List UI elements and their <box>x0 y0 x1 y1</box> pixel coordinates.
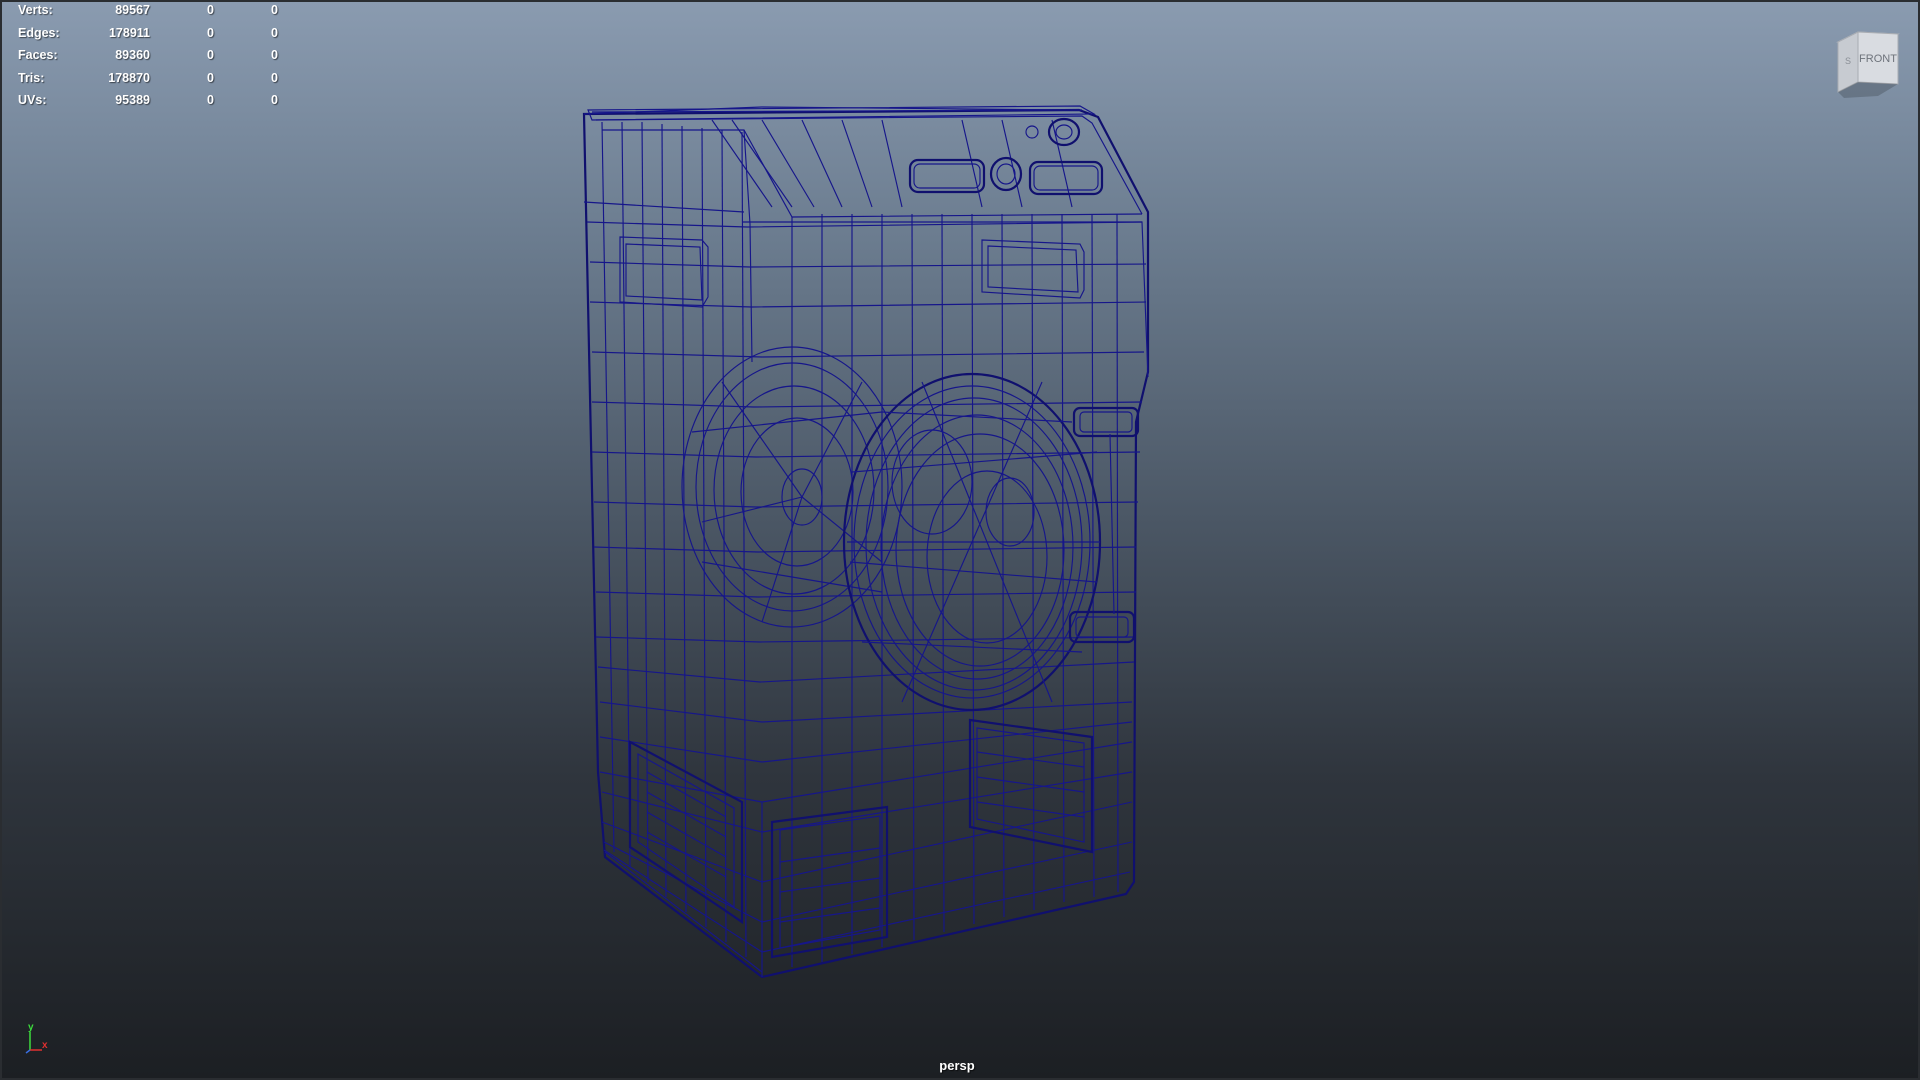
hud-value: 0 <box>271 70 278 85</box>
hud-value: 89360 <box>115 48 150 62</box>
hud-value: 178911 <box>108 25 150 40</box>
hud-value: 0 <box>207 48 214 62</box>
perspective-viewport[interactable]: Verts: 89567 0 0 Edges: 178911 0 0 Faces… <box>0 0 1920 1080</box>
hud-value: 178870 <box>108 70 150 85</box>
z-axis-line <box>25 1049 31 1054</box>
hud-value: 0 <box>271 25 278 40</box>
hud-label: Tris: <box>18 70 45 85</box>
lower-vents <box>628 718 1094 959</box>
hud-value: 0 <box>207 70 214 85</box>
hud-label: Faces: <box>18 48 58 62</box>
hud-label: Edges: <box>18 25 60 40</box>
side-grid-vertical <box>601 121 747 958</box>
hud-value: 0 <box>207 93 214 107</box>
hud-row-uvs: UVs: 95389 0 0 <box>18 92 278 115</box>
control-panel <box>587 105 1104 208</box>
hud-value: 0 <box>271 3 278 17</box>
viewcube-side-label: S <box>1845 56 1851 66</box>
hud-value: 95389 <box>115 93 150 107</box>
hud-row-tris: Tris: 178870 0 0 <box>18 70 278 93</box>
hud-value: 89567 <box>115 3 150 17</box>
viewcube-front-label: FRONT <box>1859 53 1897 65</box>
hud-row-verts: Verts: 89567 0 0 <box>18 2 278 25</box>
heads-up-display-poly-count: Verts: 89567 0 0 Edges: 178911 0 0 Faces… <box>18 2 278 115</box>
door-hinges <box>1068 406 1140 644</box>
hud-row-edges: Edges: 178911 0 0 <box>18 25 278 48</box>
camera-name-label: persp <box>939 1058 975 1073</box>
x-axis-label: x <box>42 1040 48 1051</box>
axis-gizmo-icon: y x <box>25 1022 48 1054</box>
hud-row-faces: Faces: 89360 0 0 <box>18 47 278 70</box>
viewcube-icon[interactable]: FRONT S <box>1834 28 1900 104</box>
hud-label: UVs: <box>18 93 47 107</box>
hud-value: 0 <box>271 48 278 62</box>
hud-value: 0 <box>271 93 278 107</box>
hud-value: 0 <box>207 25 214 40</box>
wireframe-dryer-model[interactable] <box>2 2 1920 1080</box>
y-axis-label: y <box>28 1022 34 1033</box>
hud-value: 0 <box>207 3 214 17</box>
hud-label: Verts: <box>18 3 53 17</box>
